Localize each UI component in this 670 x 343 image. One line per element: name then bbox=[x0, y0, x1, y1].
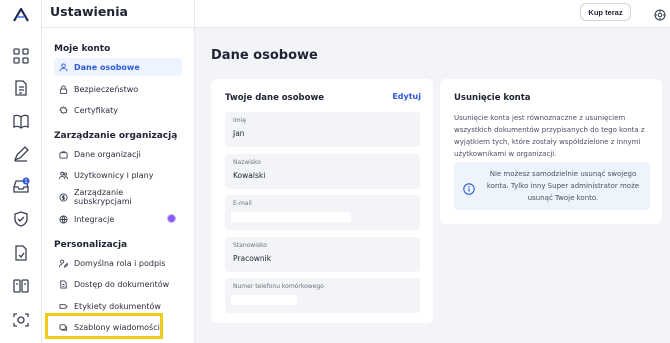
notice-text: Nie możesz samodzielnie usunąć swojego k… bbox=[486, 170, 640, 202]
lock-icon bbox=[59, 84, 68, 94]
subscription-icon bbox=[59, 192, 68, 202]
sidebar-item-integracje[interactable]: Integracje bbox=[54, 210, 182, 228]
sidebar-item-label: Dostęp do dokumentów bbox=[74, 279, 170, 289]
sidebar-item-label: Zarządzanie subskrypcjami bbox=[74, 188, 132, 206]
field-label: Stanowisko bbox=[233, 242, 267, 249]
columns-icon[interactable] bbox=[12, 277, 30, 295]
certificate-icon bbox=[59, 105, 68, 115]
file-check-icon[interactable] bbox=[12, 244, 30, 262]
page-title: Dane osobowe bbox=[211, 48, 318, 63]
sidebar-item-label: Dane organizacji bbox=[74, 149, 141, 159]
sidebar-item-label: Certyfikaty bbox=[74, 105, 118, 115]
main-content: Dane osobowe Twoje dane osobowe Edytuj I… bbox=[195, 28, 670, 343]
edit-link[interactable]: Edytuj bbox=[392, 92, 421, 101]
sidebar-item-dane-osobowe[interactable]: Dane osobowe bbox=[54, 58, 182, 76]
redacted-value bbox=[231, 212, 351, 222]
field-label: E-mail bbox=[233, 200, 252, 207]
briefcase-icon bbox=[59, 150, 68, 159]
personal-data-card: Twoje dane osobowe Edytuj Imię Jan Nazwi… bbox=[211, 79, 433, 323]
sidebar-title: Ustawienia bbox=[50, 4, 128, 19]
phone-field[interactable]: Numer telefonu komórkowego bbox=[225, 278, 420, 313]
redacted-value bbox=[231, 295, 297, 305]
section-zarzadzanie-organizacja: Zarządzanie organizacją bbox=[54, 131, 178, 141]
sidebar-item-bezpieczenstwo[interactable]: Bezpieczeństwo bbox=[54, 80, 182, 98]
inbox-icon[interactable]: 1 bbox=[12, 177, 30, 195]
sidebar-item-label: Integracje bbox=[74, 214, 115, 224]
tag-icon bbox=[59, 302, 68, 311]
sidebar-item-label: Domyślna rola i podpis bbox=[74, 258, 166, 268]
info-notice: Nie możesz samodzielnie usunąć swojego k… bbox=[454, 162, 650, 210]
grid-icon[interactable] bbox=[12, 47, 30, 65]
user-pen-icon bbox=[59, 259, 68, 268]
buy-now-button[interactable]: Kup teraz bbox=[580, 3, 631, 21]
section-moje-konto: Moje konto bbox=[54, 44, 111, 54]
brand-logo[interactable] bbox=[12, 6, 30, 22]
field-value: Jan bbox=[233, 129, 245, 138]
position-field[interactable]: Stanowisko Pracownik bbox=[225, 237, 420, 272]
field-label: Numer telefonu komórkowego bbox=[233, 283, 324, 290]
section-personalizacja: Personalizacja bbox=[54, 240, 128, 250]
settings-icon[interactable] bbox=[654, 6, 666, 21]
user-icon bbox=[59, 62, 68, 72]
document-lock-icon bbox=[59, 279, 68, 289]
sidebar-item-label: Etykiety dokumentów bbox=[74, 301, 161, 311]
sidebar-item-label: Użytkownicy i plany bbox=[74, 170, 154, 180]
highlight-frame bbox=[45, 313, 163, 339]
delete-account-card: Usunięcie konta Usunięcie konta jest rów… bbox=[440, 79, 662, 224]
sidebar-item-label: Dane osobowe bbox=[74, 62, 140, 72]
pen-icon[interactable] bbox=[12, 145, 30, 163]
shield-check-icon[interactable] bbox=[12, 210, 30, 228]
new-feature-badge bbox=[167, 214, 176, 223]
sidebar-item-domyslna-rola-i-podpis[interactable]: Domyślna rola i podpis bbox=[54, 254, 182, 272]
sidebar-item-label: Bezpieczeństwo bbox=[74, 84, 139, 94]
users-icon bbox=[59, 171, 68, 180]
field-label: Nazwisko bbox=[233, 159, 261, 166]
delete-description: Usunięcie konta jest równoznaczne z usun… bbox=[454, 114, 645, 158]
document-icon[interactable] bbox=[12, 79, 30, 97]
field-label: Imię bbox=[233, 117, 246, 124]
sidebar-item-dostep-do-dokumentow[interactable]: Dostęp do dokumentów bbox=[54, 275, 182, 293]
email-field[interactable]: E-mail bbox=[225, 195, 420, 230]
sidebar-item-zarzadzanie-subskrypcjami[interactable]: Zarządzanie subskrypcjami bbox=[54, 188, 182, 206]
sidebar-divider bbox=[42, 27, 195, 28]
field-value: Kowalski bbox=[233, 171, 266, 180]
top-bar: Kup teraz bbox=[195, 0, 670, 28]
sidebar-item-dane-organizacji[interactable]: Dane organizacji bbox=[54, 145, 182, 163]
inbox-badge: 1 bbox=[24, 179, 27, 185]
settings-sidebar: Ustawienia Moje konto Dane osobowe Bezpi… bbox=[42, 0, 195, 343]
sidebar-item-certyfikaty[interactable]: Certyfikaty bbox=[54, 101, 182, 119]
app-window: 1 Ustawienia Moje konto Dane osobowe Bez… bbox=[0, 0, 670, 343]
card-title: Usunięcie konta bbox=[454, 93, 531, 103]
icon-rail: 1 bbox=[0, 0, 42, 343]
info-icon bbox=[463, 180, 475, 195]
scan-face-icon[interactable] bbox=[12, 311, 30, 329]
integration-icon bbox=[59, 214, 68, 224]
last-name-field[interactable]: Nazwisko Kowalski bbox=[225, 154, 420, 189]
first-name-field[interactable]: Imię Jan bbox=[225, 112, 420, 147]
field-value: Pracownik bbox=[233, 254, 272, 263]
sidebar-item-uzytkownicy-i-plany[interactable]: Użytkownicy i plany bbox=[54, 166, 182, 184]
card-title: Twoje dane osobowe bbox=[225, 93, 325, 103]
book-icon[interactable] bbox=[12, 112, 30, 130]
